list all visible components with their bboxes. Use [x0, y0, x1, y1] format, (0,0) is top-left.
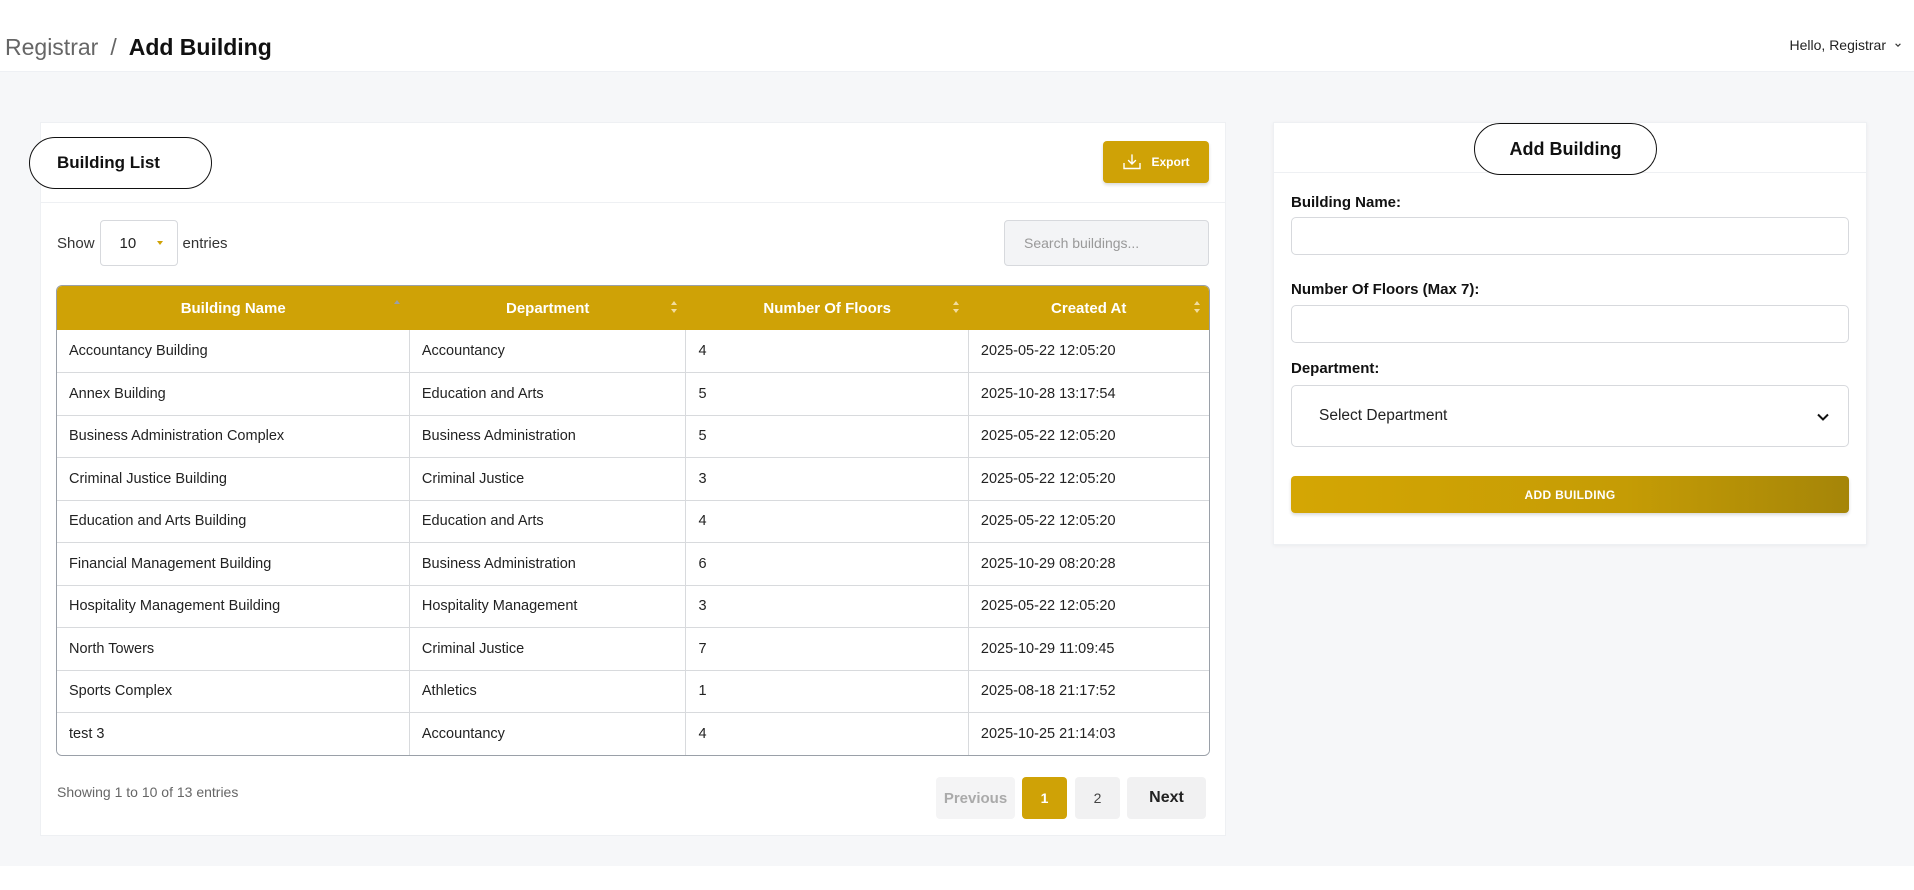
user-menu[interactable]: Hello, Registrar	[1790, 37, 1902, 53]
user-greeting: Hello, Registrar	[1789, 37, 1886, 53]
export-button[interactable]: Export	[1103, 141, 1209, 183]
table-row[interactable]: Hospitality Management Building Hospital…	[57, 584, 1209, 628]
cell-floors: 4	[685, 499, 969, 543]
cell-building-name: North Towers	[57, 627, 410, 671]
cell-building-name: Education and Arts Building	[57, 499, 410, 543]
cell-building-name: Criminal Justice Building	[57, 457, 410, 501]
add-building-button[interactable]: ADD BUILDING	[1291, 476, 1849, 513]
column-header-number-of-floors[interactable]: Number Of Floors	[686, 286, 968, 330]
cell-floors: 5	[685, 372, 969, 416]
building-list-card-header	[41, 123, 1225, 203]
table-row[interactable]: Annex Building Education and Arts 5 2025…	[57, 372, 1209, 416]
table-row[interactable]: Business Administration Complex Business…	[57, 414, 1209, 458]
add-building-title: Add Building	[1474, 123, 1657, 175]
floors-label: Number Of Floors (Max 7):	[1291, 281, 1480, 298]
department-select[interactable]: Select Department	[1291, 385, 1849, 447]
cell-floors: 3	[685, 457, 969, 501]
cell-department: Criminal Justice	[408, 457, 687, 501]
cell-department: Criminal Justice	[408, 627, 687, 671]
cell-created-at: 2025-10-28 13:17:54	[967, 372, 1209, 416]
entries-value: 10	[119, 234, 137, 252]
cell-floors: 4	[685, 712, 969, 755]
cell-floors: 7	[685, 627, 969, 671]
table-row[interactable]: Sports Complex Athletics 1 2025-08-18 21…	[57, 669, 1209, 713]
cell-building-name: Financial Management Building	[57, 542, 410, 586]
breadcrumb-parent[interactable]: Registrar	[5, 34, 98, 61]
cell-department: Accountancy	[408, 712, 687, 755]
cell-floors: 1	[685, 669, 969, 713]
building-name-field[interactable]	[1291, 217, 1849, 255]
table-header-row: Building Name Department Number Of Floor…	[57, 286, 1209, 330]
column-header-label: Created At	[1051, 299, 1127, 317]
caret-down-icon	[156, 241, 163, 245]
top-bar: Registrar / Add Building Hello, Registra…	[0, 0, 1914, 72]
show-label: Show	[57, 234, 95, 252]
cell-created-at: 2025-10-25 21:14:03	[967, 712, 1209, 755]
floors-field[interactable]	[1291, 305, 1849, 343]
department-label: Department:	[1291, 360, 1380, 377]
column-header-label: Building Name	[180, 299, 286, 317]
cell-created-at: 2025-05-22 12:05:20	[967, 330, 1209, 373]
previous-page-button[interactable]: Previous	[936, 777, 1015, 819]
cell-created-at: 2025-08-18 21:17:52	[967, 669, 1209, 713]
page-2-button[interactable]: 2	[1075, 777, 1120, 819]
cell-created-at: 2025-05-22 12:05:20	[967, 584, 1209, 628]
cell-department: Education and Arts	[408, 372, 687, 416]
breadcrumb-separator: /	[110, 34, 117, 60]
cell-created-at: 2025-05-22 12:05:20	[967, 499, 1209, 543]
next-page-button[interactable]: Next	[1127, 777, 1206, 819]
breadcrumb: Registrar / Add Building	[5, 34, 272, 61]
column-header-department[interactable]: Department	[409, 286, 686, 330]
cell-floors: 3	[685, 584, 969, 628]
cell-floors: 5	[685, 414, 969, 458]
cell-building-name: Accountancy Building	[57, 330, 410, 373]
sort-icon	[953, 301, 960, 313]
table-row[interactable]: Education and Arts Building Education an…	[57, 499, 1209, 543]
chevron-down-icon	[1817, 413, 1829, 421]
entries-label: entries	[182, 234, 228, 252]
cell-building-name: Business Administration Complex	[57, 414, 410, 458]
cell-department: Athletics	[408, 669, 687, 713]
show-entries-control: Show 10 entries	[57, 220, 228, 266]
column-header-building-name[interactable]: Building Name	[57, 286, 409, 330]
building-list-title: Building List	[29, 137, 212, 189]
cell-department: Hospitality Management	[408, 584, 687, 628]
cell-building-name: Annex Building	[57, 372, 410, 416]
export-label: Export	[1151, 155, 1190, 169]
cell-department: Education and Arts	[408, 499, 687, 543]
cell-floors: 4	[685, 330, 969, 373]
cell-department: Business Administration	[408, 414, 687, 458]
cell-building-name: Sports Complex	[57, 669, 410, 713]
column-header-label: Number Of Floors	[763, 299, 891, 317]
cell-created-at: 2025-10-29 08:20:28	[967, 542, 1209, 586]
column-header-created-at[interactable]: Created At	[968, 286, 1209, 330]
cell-created-at: 2025-05-22 12:05:20	[967, 457, 1209, 501]
table-row[interactable]: Financial Management Building Business A…	[57, 542, 1209, 586]
sort-icon	[1194, 301, 1200, 313]
cell-created-at: 2025-10-29 11:09:45	[967, 627, 1209, 671]
cell-department: Accountancy	[408, 330, 687, 373]
table-row[interactable]: North Towers Criminal Justice 7 2025-10-…	[57, 627, 1209, 671]
building-name-label: Building Name:	[1291, 194, 1402, 211]
table-row[interactable]: test 3 Accountancy 4 2025-10-25 21:14:03	[57, 712, 1209, 755]
table-row[interactable]: Accountancy Building Accountancy 4 2025-…	[57, 330, 1209, 373]
sort-asc-icon	[394, 300, 401, 304]
column-header-label: Department	[506, 299, 590, 317]
table-info: Showing 1 to 10 of 13 entries	[57, 784, 239, 800]
cell-building-name: Hospitality Management Building	[57, 584, 410, 628]
search-input[interactable]	[1004, 220, 1209, 266]
buildings-table: Building Name Department Number Of Floor…	[56, 285, 1210, 756]
page-1-button[interactable]: 1	[1022, 777, 1067, 819]
cell-floors: 6	[685, 542, 969, 586]
entries-per-page-select[interactable]: 10	[99, 220, 178, 266]
download-icon	[1123, 154, 1142, 170]
cell-created-at: 2025-05-22 12:05:20	[967, 414, 1209, 458]
chevron-down-icon	[1895, 43, 1901, 47]
table-row[interactable]: Criminal Justice Building Criminal Justi…	[57, 457, 1209, 501]
page-title: Add Building	[128, 34, 272, 60]
cell-building-name: test 3	[57, 712, 410, 755]
sort-icon	[670, 301, 677, 313]
department-selected-value: Select Department	[1319, 407, 1448, 424]
cell-department: Business Administration	[408, 542, 687, 586]
